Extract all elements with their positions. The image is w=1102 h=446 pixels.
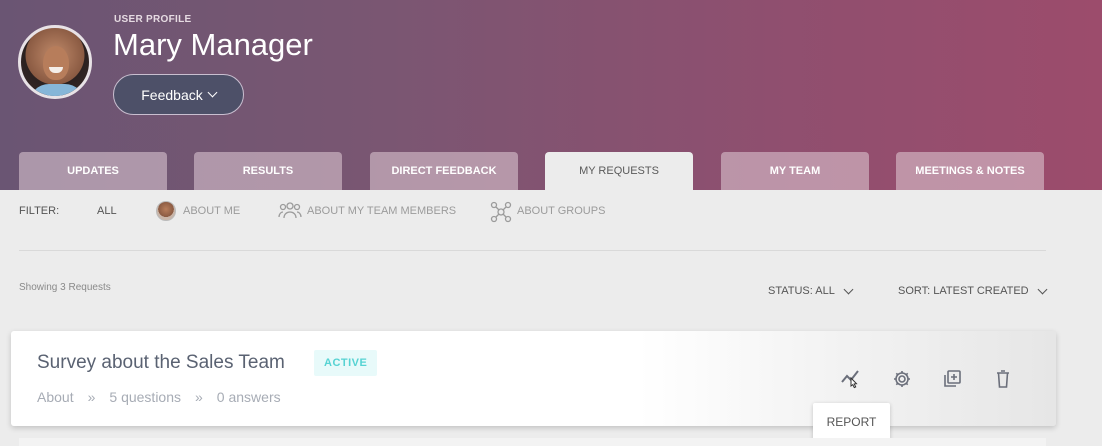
- meta-questions: 5 questions: [109, 389, 181, 405]
- chevron-down-icon: [1037, 284, 1048, 294]
- status-label: STATUS: ALL: [768, 285, 835, 297]
- meta-answers: 0 answers: [216, 389, 281, 405]
- filter-bar: FILTER: ALL ABOUT ME ABOUT MY TEAM MEMBE…: [19, 200, 1049, 223]
- profile-subtitle: USER PROFILE: [114, 14, 192, 25]
- trash-icon: [997, 370, 1009, 388]
- tab-my-requests[interactable]: MY REQUESTS: [545, 152, 693, 190]
- results-count: Showing 3 Requests: [19, 282, 111, 293]
- filter-label: FILTER:: [19, 205, 60, 217]
- tab-my-team[interactable]: MY TEAM: [721, 152, 869, 190]
- sort-dropdown[interactable]: SORT: LATEST CREATED: [898, 284, 1048, 297]
- report-icon: [841, 370, 859, 389]
- filter-about-groups[interactable]: ABOUT GROUPS: [517, 205, 605, 217]
- groups-icon: [490, 201, 512, 223]
- feedback-button[interactable]: Feedback: [113, 74, 244, 115]
- page-title: Mary Manager: [113, 27, 313, 62]
- meta-separator: »: [195, 389, 203, 405]
- chevron-down-icon: [843, 284, 854, 294]
- request-card[interactable]: Survey about the Sales Team ACTIVE About…: [11, 331, 1056, 426]
- delete-button[interactable]: [991, 367, 1015, 391]
- divider: [19, 250, 1046, 251]
- chevron-down-icon: [207, 87, 218, 98]
- filter-about-team[interactable]: ABOUT MY TEAM MEMBERS: [307, 205, 456, 217]
- meta-about: About: [37, 389, 74, 405]
- settings-button[interactable]: [890, 367, 914, 391]
- profile-header: USER PROFILE Mary Manager Feedback UPDAT…: [0, 0, 1102, 190]
- feedback-label: Feedback: [141, 86, 203, 103]
- meta-separator: »: [87, 389, 96, 405]
- request-title[interactable]: Survey about the Sales Team: [37, 352, 285, 374]
- status-dropdown[interactable]: STATUS: ALL: [768, 284, 854, 297]
- sort-label: SORT: LATEST CREATED: [898, 285, 1029, 297]
- status-badge: ACTIVE: [314, 350, 378, 376]
- filter-about-me[interactable]: ABOUT ME: [183, 205, 240, 217]
- tab-results[interactable]: RESULTS: [194, 152, 342, 190]
- mini-avatar: [156, 201, 176, 221]
- tab-meetings-notes[interactable]: MEETINGS & NOTES: [896, 152, 1044, 190]
- tab-direct-feedback[interactable]: DIRECT FEEDBACK: [370, 152, 518, 190]
- duplicate-button[interactable]: [940, 367, 964, 391]
- team-icon: [278, 202, 302, 219]
- next-request-card[interactable]: [19, 438, 1046, 446]
- avatar: [18, 25, 92, 99]
- gear-icon: [894, 371, 910, 387]
- report-button[interactable]: [840, 367, 864, 391]
- request-meta: About » 5 questions » 0 answers: [37, 389, 281, 405]
- report-tooltip: REPORT: [813, 403, 890, 441]
- tab-updates[interactable]: UPDATES: [19, 152, 167, 190]
- duplicate-icon: [944, 370, 961, 387]
- filter-all[interactable]: ALL: [97, 205, 117, 217]
